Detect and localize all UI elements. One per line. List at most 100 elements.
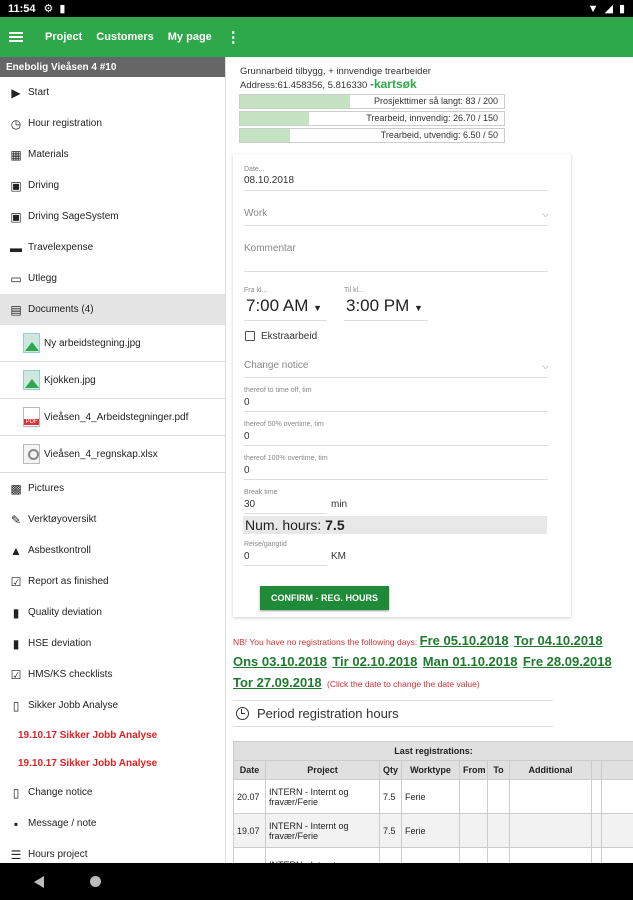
extra-work-checkbox[interactable] xyxy=(245,331,255,341)
sidebar: Enebolig Vieåsen 4 #10 ▶ Start ◷ Hour regi… xyxy=(0,57,226,863)
table-header: Qty xyxy=(379,760,402,780)
project-info: Grunnarbeid tilbygg, + innvendige trearb… xyxy=(240,65,431,92)
break-time-field[interactable]: 30 xyxy=(244,499,255,510)
wrench-icon: ✎ xyxy=(10,512,22,527)
table-row[interactable]: 20.07 INTERN - Internt og fravær/Ferie 7… xyxy=(233,779,633,814)
nav-project[interactable]: Project xyxy=(45,31,82,43)
table-header: To xyxy=(487,760,510,780)
more-icon[interactable]: ⋮ xyxy=(226,30,241,45)
cell-date: 20.07 xyxy=(233,779,266,814)
sidebar-item-label: Utlegg xyxy=(28,273,57,284)
back-icon[interactable] xyxy=(34,875,44,888)
date-label: Date... xyxy=(244,166,265,173)
sidebar-item-start[interactable]: ▶ Start xyxy=(0,77,225,108)
sidebar-item-hse-deviation[interactable]: ▮ HSE deviation xyxy=(0,628,225,659)
document-name: Kjokken.jpg xyxy=(44,374,96,386)
sja-link[interactable]: 19.10.17 Sikker Jobb Analyse xyxy=(0,749,225,777)
materials-icon: ▦ xyxy=(10,147,22,162)
checkbox-icon: ☑ xyxy=(10,667,22,682)
notice-text: NB! You have no registrations the follow… xyxy=(233,637,418,647)
missing-date-link[interactable]: Ons 03.10.2018 xyxy=(233,654,327,669)
cell-additional xyxy=(509,779,592,814)
map-search-link[interactable]: -kartsøk xyxy=(370,77,417,91)
period-registration-hours[interactable]: Period registration hours xyxy=(233,700,553,727)
nav-customers[interactable]: Customers xyxy=(96,31,153,43)
sidebar-item-label: Travelexpense xyxy=(28,242,94,253)
registrations-table: Last registrations: Date Project Qty Wor… xyxy=(232,741,633,863)
sidebar-item-pictures[interactable]: ▩ Pictures xyxy=(0,473,225,504)
missing-date-link[interactable]: Tor 04.10.2018 xyxy=(514,633,603,648)
home-icon[interactable] xyxy=(90,876,101,887)
missing-date-link[interactable]: Tor 27.09.2018 xyxy=(233,675,322,690)
sidebar-item-label: HMS/KS checklists xyxy=(28,669,113,680)
sidebar-item-sikker-jobb-analyse[interactable]: ▯ Sikker Jobb Analyse xyxy=(0,690,225,721)
comment-field[interactable]: Kommentar xyxy=(244,243,296,254)
progress-bar: Prosjekttimer så langt: 83 / 200 xyxy=(239,94,505,109)
cell-from xyxy=(459,847,488,863)
change-notice-select[interactable]: Change notice xyxy=(244,360,309,371)
status-time: 11:54 xyxy=(8,2,36,15)
missing-date-link[interactable]: Tir 02.10.2018 xyxy=(332,654,417,669)
missing-date-link[interactable]: Man 01.10.2018 xyxy=(423,654,518,669)
period-title: Period registration hours xyxy=(257,706,399,721)
table-row[interactable]: INTERN - Internt og xyxy=(233,847,633,863)
sidebar-item-label: Hour registration xyxy=(28,118,102,129)
cell-worktype: Ferie xyxy=(401,779,460,814)
sidebar-item-hour-registration[interactable]: ◷ Hour registration xyxy=(0,108,225,139)
document-item[interactable]: Kjokken.jpg xyxy=(0,362,225,399)
table-row[interactable]: 19.07 INTERN - Internt og fravær/Ferie 7… xyxy=(233,813,633,848)
cell-to xyxy=(487,779,510,814)
sidebar-item-documents[interactable]: ▤ Documents (4) xyxy=(0,294,225,325)
travel-field[interactable]: 0 xyxy=(244,551,250,562)
cell-project: INTERN - Internt og xyxy=(265,847,380,863)
confirm-reg-hours-button[interactable]: CONFIRM - REG. HOURS xyxy=(260,586,389,610)
sidebar-item-driving[interactable]: ▣ Driving xyxy=(0,170,225,201)
message-icon: ▪ xyxy=(13,816,19,831)
cell-additional xyxy=(509,813,592,848)
sja-link[interactable]: 19.10.17 Sikker Jobb Analyse xyxy=(0,721,225,749)
menu-icon[interactable] xyxy=(9,30,23,44)
clock-icon: ◷ xyxy=(10,116,22,131)
sidebar-item-label: Documents (4) xyxy=(28,304,94,315)
sidebar-item-quality-deviation[interactable]: ▮ Quality deviation xyxy=(0,597,225,628)
sidebar-item-materials[interactable]: ▦ Materials xyxy=(0,139,225,170)
progress-label: Prosjekttimer så langt: 83 / 200 xyxy=(373,96,498,106)
from-time-picker[interactable]: 7:00 AM ▼ xyxy=(246,296,322,316)
document-name: Vieåsen_4_Arbeidstegninger.pdf xyxy=(44,411,189,423)
overtime50-field[interactable]: 0 xyxy=(244,431,250,442)
image-file-icon xyxy=(23,370,40,390)
bed-icon: ▬ xyxy=(10,240,22,255)
date-field[interactable]: 08.10.2018 xyxy=(244,175,294,186)
nav-my-page[interactable]: My page xyxy=(168,31,212,43)
travel-label: Reise/gangtid xyxy=(244,541,287,548)
timeoff-field[interactable]: 0 xyxy=(244,397,250,408)
document-item[interactable]: Vieåsen_4_Arbeidstegninger.pdf xyxy=(0,399,225,436)
overtime100-field[interactable]: 0 xyxy=(244,465,250,476)
sidebar-item-asbestkontroll[interactable]: ▲ Asbestkontroll xyxy=(0,535,225,566)
missing-date-link[interactable]: Fre 05.10.2018 xyxy=(420,633,509,648)
missing-date-link[interactable]: Fre 28.09.2018 xyxy=(523,654,612,669)
sidebar-item-driving-sagesystem[interactable]: ▣ Driving SageSystem xyxy=(0,201,225,232)
cell-project: INTERN - Internt og fravær/Ferie xyxy=(265,813,380,848)
document-item[interactable]: Vieåsen_4_regnskap.xlsx xyxy=(0,436,225,473)
car-icon: ▣ xyxy=(10,178,22,193)
overtime50-label: thereof 50% overtime, tim xyxy=(244,421,324,428)
chevron-down-icon[interactable]: ⌵ xyxy=(542,209,549,220)
sidebar-item-hours-project[interactable]: ☰ Hours project xyxy=(0,839,225,863)
cell-from xyxy=(459,779,488,814)
chevron-down-icon[interactable]: ⌵ xyxy=(542,361,549,372)
sidebar-item-hms-checklists[interactable]: ☑ HMS/KS checklists xyxy=(0,659,225,690)
num-hours-value: 7.5 xyxy=(325,517,345,533)
sidebar-item-utlegg[interactable]: ▭ Utlegg xyxy=(0,263,225,294)
document-item[interactable]: Ny arbeidstegning.jpg xyxy=(0,325,225,362)
sidebar-item-message-note[interactable]: ▪ Message / note xyxy=(0,808,225,839)
sidebar-item-report-finished[interactable]: ☑ Report as finished xyxy=(0,566,225,597)
sidebar-item-change-notice[interactable]: ▯ Change notice xyxy=(0,777,225,808)
sidebar-item-verktoyoversikt[interactable]: ✎ Verktøyoversikt xyxy=(0,504,225,535)
to-time-picker[interactable]: 3:00 PM ▼ xyxy=(346,296,423,316)
sidebar-item-label: Start xyxy=(28,87,50,98)
cell-qty xyxy=(379,847,402,863)
sidebar-item-travelexpense[interactable]: ▬ Travelexpense xyxy=(0,232,225,263)
overtime100-label: thereof 100% overtime, tim xyxy=(244,455,328,462)
work-select[interactable]: Work xyxy=(244,208,267,219)
